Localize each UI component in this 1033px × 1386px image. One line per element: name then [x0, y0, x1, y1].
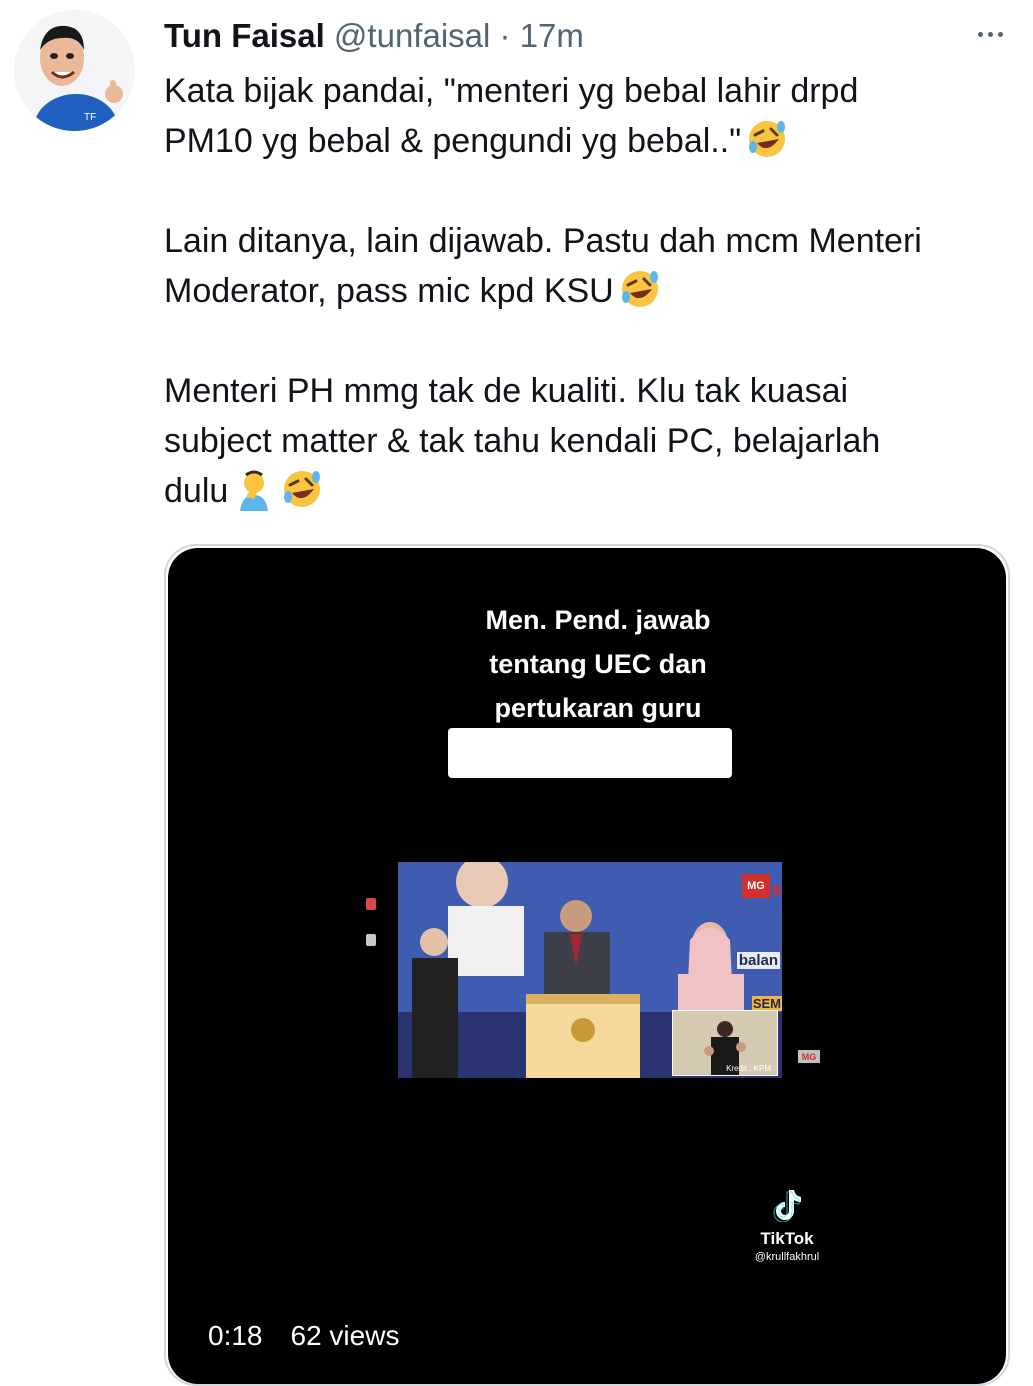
- video-caption-line: pertukaran guru: [494, 693, 702, 723]
- tweet-text: Kata bijak pandai, "menteri yg bebal lah…: [164, 66, 1014, 516]
- video-player[interactable]: Men. Pend. jawab tentang UEC dan pertuka…: [168, 548, 1006, 1384]
- tiktok-icon: [773, 1190, 801, 1223]
- tiktok-username: @krullfakhrul: [754, 1251, 820, 1263]
- video-credit: Kredit : KPM: [726, 1064, 771, 1073]
- rofl-emoji-icon: [621, 271, 658, 307]
- sign-language-inset: Kredit : KPM: [672, 1010, 778, 1076]
- tweet-timestamp[interactable]: 17m: [520, 17, 584, 54]
- video-stats: 0:18 62 views: [208, 1320, 399, 1352]
- video-views: 62 views: [290, 1320, 400, 1351]
- mg-small-logo: MG: [798, 1050, 820, 1063]
- tweet-line: Kata bijak pandai, "menteri yg bebal lah…: [164, 72, 859, 110]
- tweet-paragraph-1: Kata bijak pandai, "menteri yg bebal lah…: [164, 66, 1014, 166]
- tweet-line: PM10 yg bebal & pengundi yg bebal..": [164, 122, 742, 160]
- author-name[interactable]: Tun Faisal: [164, 17, 325, 54]
- video-caption-line: tentang UEC dan: [489, 649, 707, 679]
- tweet-line: Menteri PH mmg tak de kualiti. Klu tak k…: [164, 372, 849, 410]
- video-caption-line: Men. Pend. jawab: [485, 605, 711, 635]
- mg-logo-suffix: B: [771, 882, 782, 898]
- banner-text: balan: [736, 952, 780, 969]
- banner-text-2: SEM: [751, 996, 782, 1011]
- press-conference-frame: MG B balan SEM Kredit : KPM: [398, 862, 782, 1078]
- tweet-line: Moderator, pass mic kpd KSU: [164, 272, 614, 310]
- header-separator: ·: [499, 17, 511, 54]
- avatar-caricature: TF: [14, 10, 135, 131]
- author-handle[interactable]: @tunfaisal: [334, 17, 490, 54]
- rofl-emoji-icon: [284, 471, 321, 507]
- more-options-icon[interactable]: [973, 22, 1007, 46]
- svg-text:TF: TF: [84, 112, 96, 123]
- author-avatar[interactable]: TF: [14, 10, 135, 131]
- tweet-paragraph-2: Lain ditanya, lain dijawab. Pastu dah mc…: [164, 216, 1014, 316]
- caption-white-box: [448, 728, 732, 778]
- tiktok-brand-label: TikTok: [760, 1229, 814, 1248]
- rofl-emoji-icon: [749, 121, 786, 157]
- video-media-card[interactable]: Men. Pend. jawab tentang UEC dan pertuka…: [164, 544, 1010, 1386]
- tweet-line: dulu: [164, 472, 229, 510]
- video-caption: Men. Pend. jawab tentang UEC dan pertuka…: [468, 598, 728, 730]
- tweet-line: subject matter & tak tahu kendali PC, be…: [164, 422, 881, 460]
- mg-channel-logo: MG: [742, 874, 770, 898]
- tweet-paragraph-3: Menteri PH mmg tak de kualiti. Klu tak k…: [164, 366, 1014, 516]
- side-marker-icon: [366, 934, 376, 946]
- tiktok-watermark: TikTok @krullfakhrul: [742, 1188, 832, 1263]
- tweet-header: Tun Faisal @tunfaisal · 17m: [164, 14, 584, 58]
- side-marker-icon: [366, 898, 376, 910]
- facepalm-emoji-icon: [240, 470, 269, 511]
- tweet-line: Lain ditanya, lain dijawab. Pastu dah mc…: [164, 222, 922, 260]
- video-duration: 0:18: [208, 1320, 263, 1351]
